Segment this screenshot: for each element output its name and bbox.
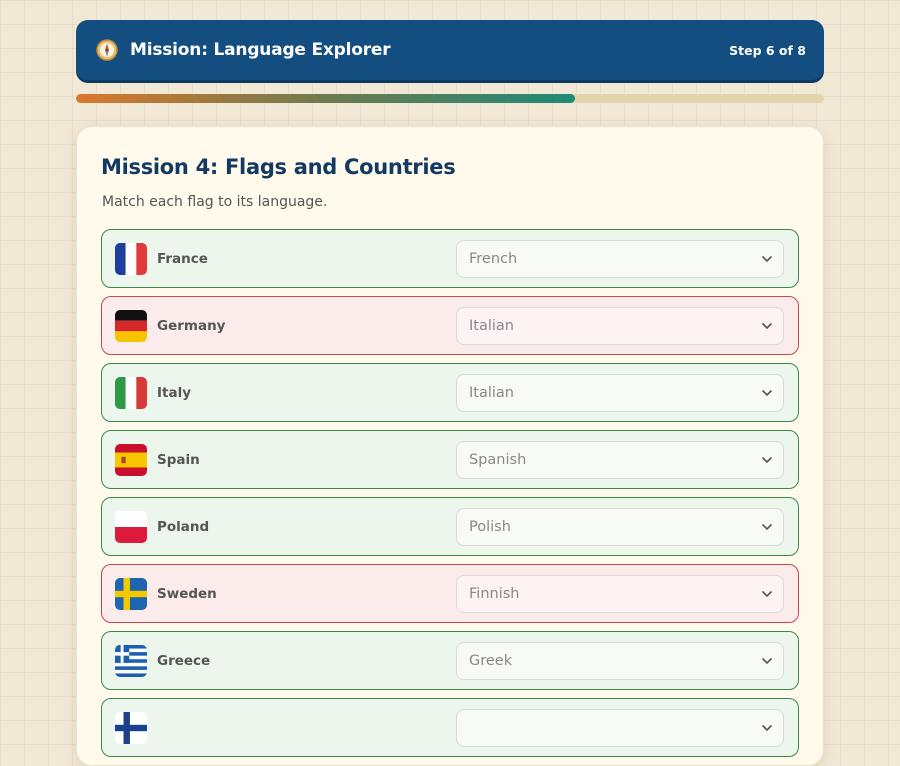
country-label: Germany [157, 317, 226, 334]
spain-flag-icon [115, 443, 147, 476]
mission-instructions: Match each flag to its language. [102, 194, 328, 210]
language-select[interactable]: Spanish [456, 440, 784, 479]
poland-flag-icon [115, 510, 147, 543]
chevron-down-icon [761, 724, 773, 731]
match-row: Germany Italian [101, 296, 799, 355]
germany-flag-icon [115, 309, 147, 342]
match-row: France French [101, 229, 799, 288]
language-select[interactable]: Greek [456, 641, 784, 680]
mission-header: Mission: Language Explorer Step 6 of 8 [76, 20, 824, 80]
france-flag-icon [115, 242, 147, 275]
sweden-flag-icon [115, 577, 147, 610]
language-select[interactable]: Italian [456, 306, 784, 345]
chevron-down-icon [761, 255, 773, 262]
select-value: Greek [469, 652, 513, 669]
country-label: France [157, 250, 208, 267]
select-value: Spanish [469, 451, 527, 468]
country-label: Spain [157, 451, 200, 468]
language-select[interactable]: Polish [456, 507, 784, 546]
select-value: Finnish [469, 585, 520, 602]
match-row: Sweden Finnish [101, 564, 799, 623]
country-label: Greece [157, 652, 211, 669]
chevron-down-icon [761, 590, 773, 597]
chevron-down-icon [761, 322, 773, 329]
match-row: Spain Spanish [101, 430, 799, 489]
select-value: French [469, 250, 518, 267]
match-list: France French Germany Italian Italy Ital… [101, 229, 799, 765]
chevron-down-icon [761, 657, 773, 664]
country-label: Poland [157, 518, 210, 535]
mission-title: Mission: Language Explorer [130, 40, 391, 60]
language-select[interactable]: Italian [456, 373, 784, 412]
greece-flag-icon [115, 644, 147, 677]
match-row: Poland Polish [101, 497, 799, 556]
match-row: Italy Italian [101, 363, 799, 422]
chevron-down-icon [761, 389, 773, 396]
compass-icon [96, 39, 118, 61]
italy-flag-icon [115, 376, 147, 409]
mission-card: Mission 4: Flags and Countries Match eac… [76, 126, 824, 766]
finland-flag-icon [115, 711, 147, 744]
chevron-down-icon [761, 456, 773, 463]
language-select[interactable] [456, 708, 784, 747]
select-value: Italian [469, 384, 514, 401]
language-select[interactable]: Finnish [456, 574, 784, 613]
language-select[interactable]: French [456, 239, 784, 278]
progress-fill [76, 94, 575, 103]
select-value: Italian [469, 317, 514, 334]
step-counter: Step 6 of 8 [729, 42, 806, 58]
progress-bar [76, 94, 824, 103]
mission-heading: Mission 4: Flags and Countries [101, 155, 456, 179]
match-row: Greece Greek [101, 631, 799, 690]
select-value: Polish [469, 518, 511, 535]
chevron-down-icon [761, 523, 773, 530]
country-label: Sweden [157, 585, 217, 602]
country-label: Italy [157, 384, 192, 401]
match-row [101, 698, 799, 757]
